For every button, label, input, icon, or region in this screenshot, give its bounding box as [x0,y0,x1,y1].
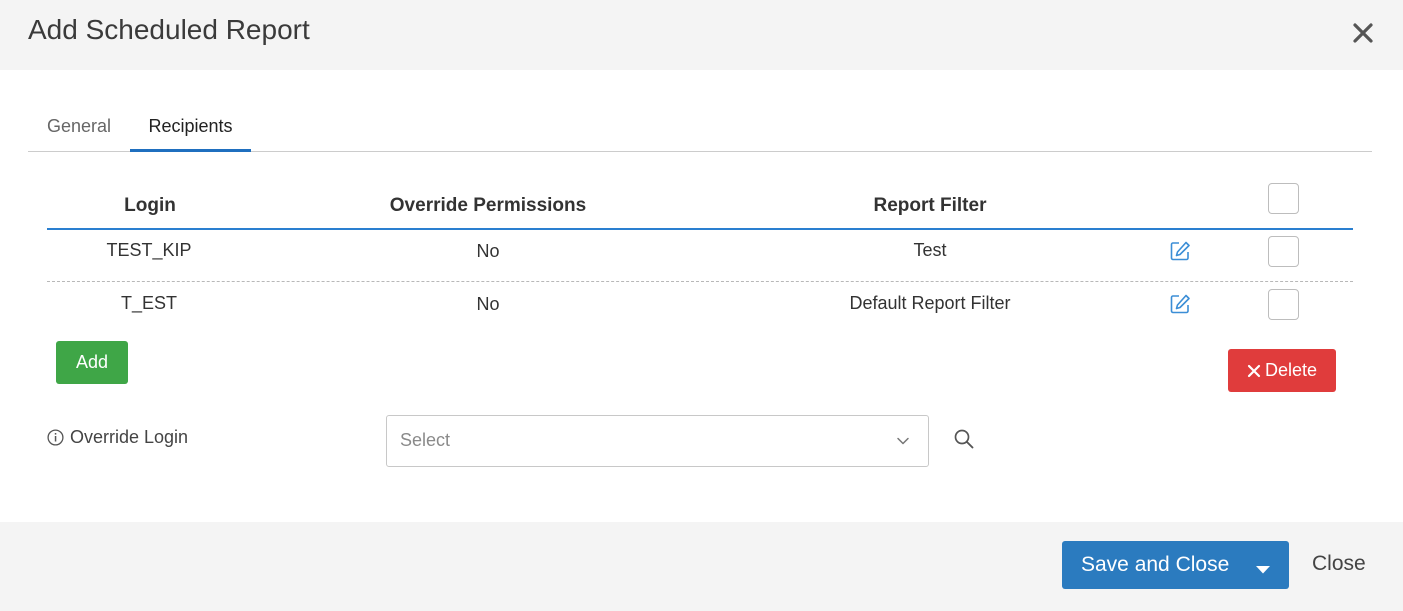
column-header-report-filter: Report Filter [873,195,987,216]
save-and-close-label: Save and Close [1081,553,1230,576]
close-icon [1247,364,1261,377]
row-divider [47,281,1353,282]
column-header-login: Login [124,195,176,216]
tab-recipients[interactable]: Recipients [130,108,251,152]
search-icon[interactable] [952,427,976,451]
chevron-down-icon [896,434,910,453]
override-login-label: Override Login [47,427,188,448]
row-login: TEST_KIP [106,240,192,260]
dialog-header: Add Scheduled Report [0,0,1403,70]
close-button[interactable]: Close [1312,552,1366,576]
tab-general[interactable]: General [47,108,111,152]
edit-icon[interactable] [1169,293,1191,315]
select-placeholder: Select [400,430,451,450]
delete-button-label: Delete [1264,360,1318,380]
dialog-title: Add Scheduled Report [28,14,310,45]
close-icon[interactable] [1349,16,1377,48]
row-override-permissions: No [476,294,500,314]
add-button[interactable]: Add [56,341,128,384]
row-report-filter: Test [913,240,947,260]
caret-down-icon[interactable] [1255,562,1271,580]
edit-icon[interactable] [1169,240,1191,262]
row-checkbox[interactable] [1268,289,1299,320]
save-and-close-button[interactable]: Save and Close [1062,541,1289,589]
override-login-text: Override Login [70,427,189,447]
column-header-override-permissions: Override Permissions [389,195,587,216]
override-login-select[interactable]: Select [386,415,929,467]
select-all-checkbox[interactable] [1268,183,1299,214]
info-icon [47,429,64,446]
row-checkbox[interactable] [1268,236,1299,267]
delete-button[interactable]: Delete [1228,349,1336,392]
row-override-permissions: No [476,241,500,261]
table-header-divider [47,228,1353,230]
row-report-filter: Default Report Filter [849,293,1011,313]
row-login: T_EST [120,293,177,313]
tab-bar: General Recipients [28,108,1372,152]
